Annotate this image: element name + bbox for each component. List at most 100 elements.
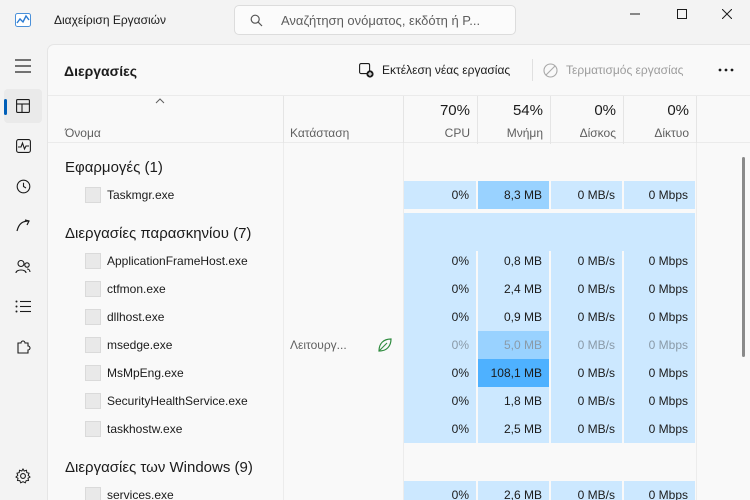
performance-icon [15, 139, 31, 153]
table-row[interactable]: taskhostw.exe 0% 2,5 MB 0 MB/s 0 Mbps [48, 415, 738, 443]
table-row[interactable]: SecurityHealthService.exe 0% 1,8 MB 0 MB… [48, 387, 738, 415]
heat-strip [404, 213, 695, 251]
close-button[interactable] [704, 0, 750, 28]
disk-label: Δίσκος [579, 126, 616, 140]
startup-icon [16, 219, 30, 232]
process-icon [85, 393, 101, 409]
group-background[interactable]: Διεργασίες παρασκηνίου (7) [48, 213, 738, 251]
column-divider[interactable] [283, 96, 284, 144]
column-header-cpu[interactable]: 70% CPU [398, 102, 470, 140]
nav-performance[interactable] [4, 129, 42, 163]
run-new-task-icon [359, 62, 374, 78]
processes-panel: Διεργασίες Εκτέλεση νέας εργασίας Τερματ… [47, 44, 750, 500]
task-manager-icon [15, 13, 31, 27]
table-row[interactable]: dllhost.exe 0% 0,9 MB 0 MB/s 0 Mbps [48, 303, 738, 331]
more-options-button[interactable] [712, 58, 740, 82]
nav-details[interactable] [4, 289, 42, 323]
process-icon [85, 281, 101, 297]
group-windows[interactable]: Διεργασίες των Windows (9) [48, 447, 738, 485]
column-header-network[interactable]: 0% Δίκτυο [617, 102, 689, 140]
column-header-disk[interactable]: 0% Δίσκος [544, 102, 616, 140]
users-icon [15, 259, 31, 273]
nav-startup-apps[interactable] [4, 209, 42, 243]
group-apps[interactable]: Εφαρμογές (1) [48, 147, 738, 185]
end-task-icon [543, 62, 558, 78]
process-name: SecurityHealthService.exe [107, 394, 248, 408]
nav-settings[interactable] [4, 459, 42, 493]
run-new-task-button[interactable]: Εκτέλεση νέας εργασίας [359, 58, 510, 82]
minimize-button[interactable] [612, 0, 658, 28]
column-header-status[interactable]: Κατάσταση [290, 126, 349, 140]
table-row[interactable]: Taskmgr.exe 0% 8,3 MB 0 MB/s 0 Mbps [48, 181, 738, 209]
toolbar: Διεργασίες Εκτέλεση νέας εργασίας Τερματ… [48, 45, 750, 95]
column-header-memory[interactable]: 54% Μνήμη [471, 102, 543, 140]
more-icon [718, 68, 734, 72]
process-table: Εφαρμογές (1) Taskmgr.exe 0% 8,3 MB 0 MB… [48, 143, 750, 500]
processes-icon [16, 99, 30, 113]
disk-total-percent: 0% [594, 102, 616, 119]
network-label: Δίκτυο [654, 126, 689, 140]
close-icon [722, 9, 732, 19]
app-title: Διαχείριση Εργασιών [54, 13, 167, 27]
cpu-value: 0% [404, 247, 476, 275]
disk-value: 0 MB/s [551, 331, 622, 359]
group-background-label: Διεργασίες παρασκηνίου (7) [65, 225, 252, 242]
vertical-scrollbar[interactable] [742, 157, 745, 357]
column-divider[interactable] [696, 96, 697, 144]
group-windows-label: Διεργασίες των Windows (9) [65, 459, 253, 476]
hamburger-icon [15, 59, 31, 73]
process-name: Taskmgr.exe [107, 188, 175, 202]
disk-value: 0 MB/s [551, 303, 622, 331]
group-apps-label: Εφαρμογές (1) [65, 159, 163, 176]
end-task-button[interactable]: Τερματισμός εργασίας [543, 58, 683, 82]
search-input[interactable]: Αναζήτηση ονόματος, εκδότη ή P... [281, 13, 480, 28]
memory-value: 2,4 MB [478, 275, 549, 303]
search-box[interactable]: Αναζήτηση ονόματος, εκδότη ή P... [234, 5, 516, 35]
table-row[interactable]: services.exe 0% 2,6 MB 0 MB/s 0 Mbps [48, 481, 738, 500]
table-row[interactable]: ApplicationFrameHost.exe 0% 0,8 MB 0 MB/… [48, 247, 738, 275]
cpu-value: 0% [404, 481, 476, 500]
memory-value: 2,6 MB [478, 481, 549, 500]
navigation-rail [0, 42, 46, 500]
memory-total-percent: 54% [512, 102, 543, 119]
cpu-value: 0% [404, 359, 476, 387]
column-header-name[interactable]: Όνομα [65, 126, 101, 140]
nav-users[interactable] [4, 249, 42, 283]
efficiency-mode-leaf-icon [378, 338, 392, 352]
memory-value: 108,1 MB [478, 359, 549, 387]
cpu-value: 0% [404, 387, 476, 415]
network-total-percent: 0% [667, 102, 689, 119]
disk-value: 0 MB/s [551, 181, 622, 209]
cpu-total-percent: 70% [439, 102, 470, 119]
sort-ascending-icon[interactable] [155, 98, 165, 104]
title-bar: Διαχείριση Εργασιών Αναζήτηση ονόματος, … [0, 0, 750, 42]
network-value: 0 Mbps [624, 303, 695, 331]
nav-app-history[interactable] [4, 169, 42, 203]
disk-value: 0 MB/s [551, 481, 622, 500]
disk-value: 0 MB/s [551, 275, 622, 303]
process-name: ApplicationFrameHost.exe [107, 254, 248, 268]
minimize-icon [630, 13, 640, 15]
network-value: 0 Mbps [624, 247, 695, 275]
table-row[interactable]: MsMpEng.exe 0% 108,1 MB 0 MB/s 0 Mbps [48, 359, 738, 387]
table-row[interactable]: msedge.exe Λειτουργ... 0% 5,0 MB 0 MB/s … [48, 331, 738, 359]
search-icon [250, 14, 263, 27]
table-row[interactable]: ctfmon.exe 0% 2,4 MB 0 MB/s 0 Mbps [48, 275, 738, 303]
maximize-icon [677, 9, 687, 19]
process-status: Λειτουργ... [290, 338, 347, 352]
cpu-value: 0% [404, 331, 476, 359]
nav-services[interactable] [4, 329, 42, 363]
network-value: 0 Mbps [624, 481, 695, 500]
maximize-button[interactable] [659, 0, 705, 28]
run-new-task-label: Εκτέλεση νέας εργασίας [382, 63, 511, 77]
nav-processes[interactable] [4, 89, 42, 123]
page-title: Διεργασίες [64, 63, 138, 79]
cpu-value: 0% [404, 181, 476, 209]
network-value: 0 Mbps [624, 387, 695, 415]
process-name: dllhost.exe [107, 310, 165, 324]
process-icon [85, 337, 101, 353]
network-value: 0 Mbps [624, 331, 695, 359]
hamburger-menu-button[interactable] [4, 49, 42, 83]
history-icon [16, 179, 30, 193]
process-name: services.exe [107, 488, 174, 500]
